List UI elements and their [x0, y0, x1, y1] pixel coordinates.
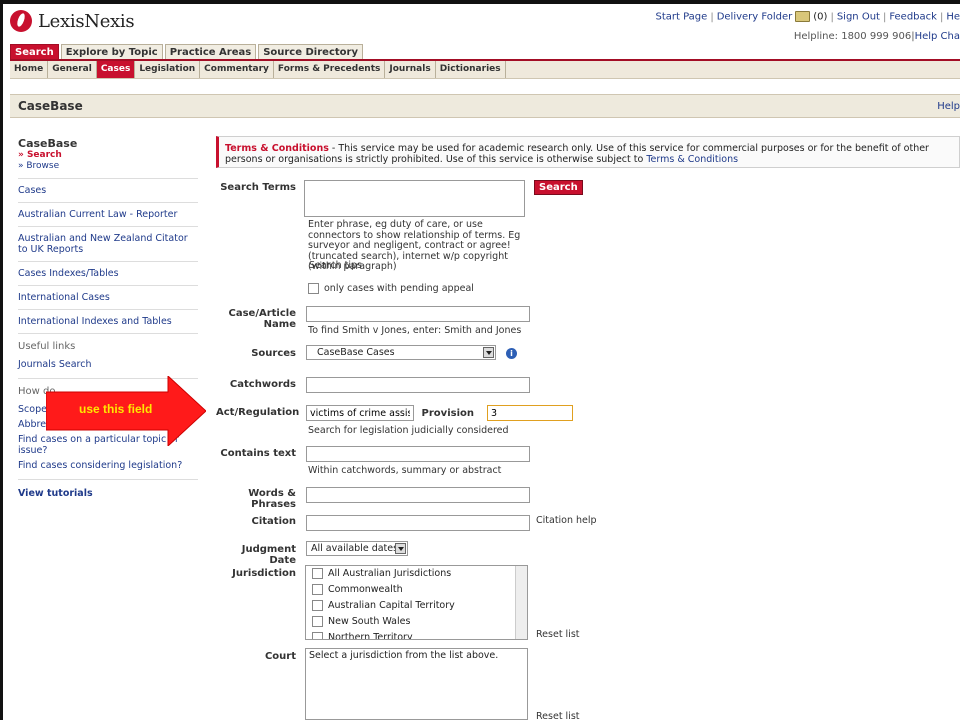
reset-list-link[interactable]: Reset list — [536, 629, 580, 641]
delivery-folder-link[interactable]: Delivery Folder — [717, 12, 793, 23]
terms-title: Terms & Conditions — [225, 143, 329, 154]
help-link-top[interactable]: He — [946, 12, 960, 23]
terms-text: - This service may be used for academic … — [225, 143, 929, 165]
subtab-home[interactable]: Home — [10, 61, 49, 78]
window-frame-top — [0, 0, 960, 4]
sidebar-item-anz-citator[interactable]: Australian and New Zealand Citator to UK… — [18, 227, 198, 262]
act-regulation-label: Act/Regulation — [216, 407, 300, 418]
subtab-legislation[interactable]: Legislation — [135, 61, 201, 78]
case-article-input[interactable] — [306, 306, 530, 322]
window-frame-left — [0, 0, 3, 720]
page-title-bar: CaseBase Help — [10, 94, 960, 118]
sidebar-item-international-indexes[interactable]: International Indexes and Tables — [18, 310, 198, 334]
sources-label: Sources — [251, 348, 296, 359]
jurisdiction-checkbox[interactable] — [312, 616, 323, 627]
view-tutorials-link[interactable]: View tutorials — [18, 480, 198, 507]
subtab-commentary[interactable]: Commentary — [200, 61, 274, 78]
citation-label: Citation — [251, 516, 297, 527]
jurisdiction-list[interactable]: All Australian Jurisdictions Commonwealt… — [305, 565, 528, 640]
catchwords-label: Catchwords — [229, 379, 296, 390]
lexisnexis-logo[interactable]: LexisNexis — [10, 10, 135, 32]
helpline: Helpline: 1800 999 906|Help Cha — [793, 31, 960, 42]
citation-input[interactable] — [306, 515, 530, 531]
page-title: CaseBase — [18, 99, 83, 113]
pending-appeal-checkbox[interactable] — [308, 283, 319, 294]
provision-input[interactable] — [487, 405, 573, 421]
search-button[interactable]: Search — [534, 180, 583, 195]
case-article-label: Case/Article Name — [228, 308, 297, 330]
logo-text: LexisNexis — [38, 10, 135, 32]
info-icon[interactable]: i — [506, 348, 517, 359]
find-legislation-link[interactable]: Find cases considering legislation? — [18, 458, 198, 480]
words-phrases-label: Words & Phrases — [248, 488, 296, 510]
sidebar-search-link[interactable]: » Search — [18, 150, 198, 161]
sub-tabs: Home General Cases Legislation Commentar… — [10, 61, 960, 79]
sidebar-item-cases[interactable]: Cases — [18, 179, 198, 203]
contains-text-label: Contains text — [220, 448, 296, 459]
citation-help-link[interactable]: Citation help — [536, 515, 597, 527]
terms-link[interactable]: Terms & Conditions — [646, 154, 738, 165]
judgment-date-value: All available dates — [311, 543, 399, 554]
sidebar-browse-link[interactable]: » Browse — [18, 161, 198, 172]
sources-select[interactable]: CaseBase Cases — [306, 345, 496, 360]
reset-list-link-2[interactable]: Reset list — [536, 711, 580, 723]
search-terms-input[interactable] — [304, 180, 525, 217]
jurisdiction-checkbox[interactable] — [312, 632, 323, 639]
subtab-dictionaries[interactable]: Dictionaries — [436, 61, 506, 78]
delivery-count: (0) — [813, 11, 828, 23]
sidebar-item-international-cases[interactable]: International Cases — [18, 286, 198, 310]
subtab-cases[interactable]: Cases — [96, 61, 136, 78]
start-page-link[interactable]: Start Page — [655, 12, 707, 23]
case-article-hint: To find Smith v Jones, enter: Smith and … — [308, 325, 522, 336]
provision-label: Provision — [421, 408, 474, 419]
jurisdiction-item[interactable]: Commonwealth — [306, 582, 527, 598]
act-regulation-hint: Search for legislation judicially consid… — [308, 425, 509, 436]
helpline-text: Helpline: 1800 999 906 — [793, 31, 912, 42]
sidebar-item-acl-reporter[interactable]: Australian Current Law - Reporter — [18, 203, 198, 227]
jurisdiction-checkbox[interactable] — [312, 568, 323, 579]
feedback-link[interactable]: Feedback — [889, 12, 937, 23]
pending-appeal-label: only cases with pending appeal — [324, 283, 474, 294]
sidebar-heading: CaseBase — [18, 137, 78, 150]
sidebar: CaseBase » Search » Browse Cases Austral… — [18, 137, 198, 507]
jurisdiction-item[interactable]: Australian Capital Territory — [306, 598, 527, 614]
court-list[interactable]: Select a jurisdiction from the list abov… — [305, 648, 528, 720]
search-terms-label: Search Terms — [220, 182, 296, 193]
jurisdiction-item[interactable]: New South Wales — [306, 614, 527, 630]
terms-notice: Terms & Conditions - This service may be… — [216, 136, 960, 168]
dropdown-arrow-icon — [483, 347, 494, 358]
jurisdiction-label: Jurisdiction — [232, 568, 296, 579]
judgment-date-select[interactable]: All available dates — [306, 541, 408, 556]
jurisdiction-checkbox[interactable] — [312, 600, 323, 611]
court-label: Court — [264, 651, 296, 662]
judgment-date-label: Judgment Date — [241, 544, 296, 566]
court-hint: Select a jurisdiction from the list abov… — [309, 650, 499, 661]
contains-text-input[interactable] — [306, 446, 530, 462]
subtab-forms-precedents[interactable]: Forms & Precedents — [274, 61, 386, 78]
dropdown-arrow-icon — [395, 543, 406, 554]
contains-text-hint: Within catchwords, summary or abstract — [308, 465, 502, 476]
help-link[interactable]: Help — [937, 101, 960, 112]
sidebar-item-cases-indexes[interactable]: Cases Indexes/Tables — [18, 262, 198, 286]
logo-icon — [10, 10, 32, 32]
catchwords-input[interactable] — [306, 377, 530, 393]
search-tips-link[interactable]: Search tips — [309, 260, 362, 272]
subtab-general[interactable]: General — [48, 61, 97, 78]
jurisdiction-checkbox[interactable] — [312, 584, 323, 595]
words-phrases-input[interactable] — [306, 487, 530, 503]
top-links: Start Page | Delivery Folder (0) | Sign Out | F… — [655, 11, 960, 23]
jurisdiction-item[interactable]: Northern Territory — [306, 630, 527, 639]
sign-out-link[interactable]: Sign Out — [837, 12, 880, 23]
subtab-journals[interactable]: Journals — [385, 61, 436, 78]
jurisdiction-item[interactable]: All Australian Jurisdictions — [306, 566, 527, 582]
jurisdiction-scrollbar[interactable] — [515, 566, 527, 639]
useful-links-heading: Useful links — [18, 341, 76, 352]
annotation-label: use this field — [79, 402, 153, 416]
folder-icon — [795, 11, 811, 22]
help-chat-link[interactable]: Help Cha — [915, 31, 960, 42]
pending-appeal-option[interactable]: only cases with pending appeal — [308, 283, 474, 295]
sources-value: CaseBase Cases — [317, 347, 395, 358]
